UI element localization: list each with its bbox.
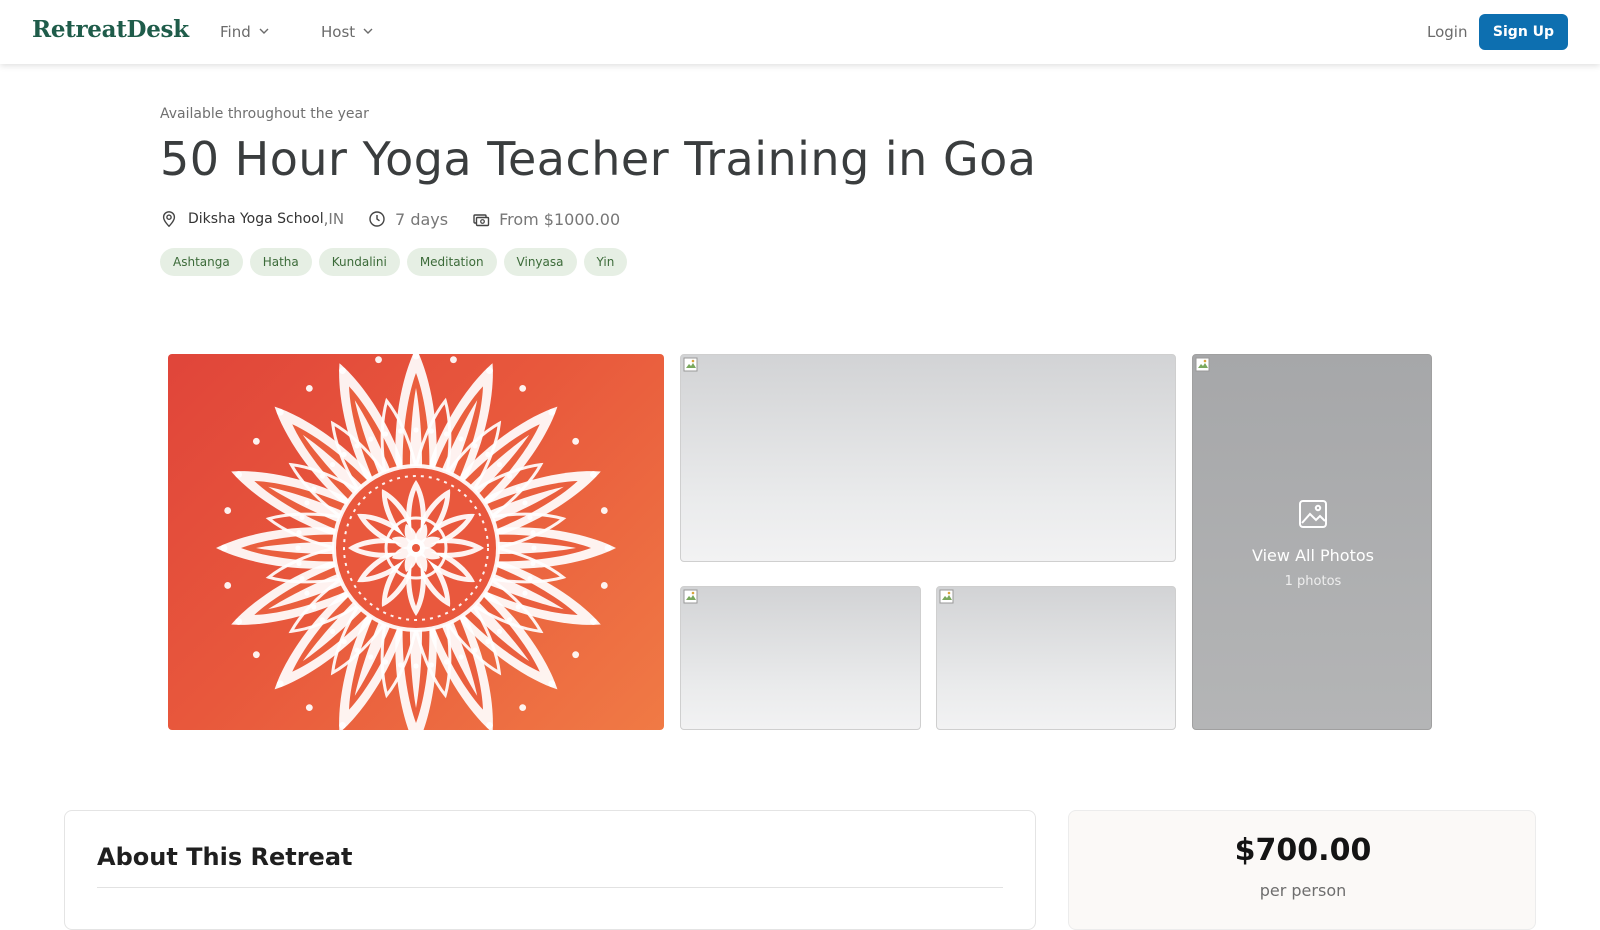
clock-icon bbox=[368, 210, 386, 228]
nav-find-menu[interactable]: Find bbox=[220, 23, 270, 41]
tag-yin[interactable]: Yin bbox=[583, 248, 628, 276]
broken-image-icon bbox=[939, 589, 954, 604]
tag-hatha[interactable]: Hatha bbox=[249, 248, 312, 276]
nav-host-label: Host bbox=[321, 23, 356, 41]
signup-button[interactable]: Sign Up bbox=[1479, 14, 1568, 50]
tag-vinyasa[interactable]: Vinyasa bbox=[503, 248, 577, 276]
main-photo-mandala[interactable] bbox=[168, 354, 664, 730]
view-all-overlay[interactable]: View All Photos 1 photos bbox=[1193, 355, 1431, 729]
chevron-down-icon bbox=[258, 23, 270, 41]
retreat-meta-row: Diksha Yoga School ,IN 7 days From $1000.… bbox=[160, 208, 620, 230]
style-tags: Ashtanga Hatha Kundalini Meditation Viny… bbox=[160, 248, 628, 276]
country-code: ,IN bbox=[323, 210, 345, 228]
login-link[interactable]: Login bbox=[1427, 23, 1467, 41]
page-title: 50 Hour Yoga Teacher Training in Goa bbox=[160, 132, 1037, 186]
location-pin-icon bbox=[160, 210, 178, 228]
image-icon bbox=[1297, 498, 1329, 534]
price-amount: $700.00 bbox=[1234, 833, 1372, 868]
school-link[interactable]: Diksha Yoga School bbox=[188, 211, 324, 227]
nav-host-menu[interactable]: Host bbox=[321, 23, 374, 41]
money-icon bbox=[472, 210, 490, 228]
broken-image-icon bbox=[683, 589, 698, 604]
section-divider bbox=[97, 887, 1003, 888]
tag-ashtanga[interactable]: Ashtanga bbox=[160, 248, 243, 276]
chevron-down-icon bbox=[362, 23, 374, 41]
tag-meditation[interactable]: Meditation bbox=[406, 248, 497, 276]
tag-kundalini[interactable]: Kundalini bbox=[318, 248, 400, 276]
photo-placeholder[interactable] bbox=[680, 586, 921, 730]
nav-find-label: Find bbox=[220, 23, 251, 41]
price-from-text: From $1000.00 bbox=[499, 209, 621, 229]
photo-count: 1 photos bbox=[1284, 573, 1342, 589]
photo-placeholder[interactable] bbox=[936, 586, 1176, 730]
availability-text: Available throughout the year bbox=[160, 106, 369, 122]
view-all-photos-label: View All Photos bbox=[1252, 545, 1374, 565]
booking-price-card: $700.00 per person bbox=[1068, 810, 1536, 930]
top-navigation-bar: RetreatDesk Find Host Login Sign Up bbox=[0, 0, 1600, 64]
broken-image-icon bbox=[683, 357, 698, 372]
site-logo[interactable]: RetreatDesk bbox=[32, 16, 189, 43]
mandala-illustration bbox=[216, 354, 616, 730]
about-retreat-card: About This Retreat bbox=[64, 810, 1036, 930]
price-unit: per person bbox=[1259, 881, 1347, 900]
photo-placeholder[interactable] bbox=[680, 354, 1176, 562]
about-section-title: About This Retreat bbox=[97, 843, 353, 871]
view-all-photos-tile[interactable]: View All Photos 1 photos bbox=[1192, 354, 1432, 730]
duration-text: 7 days bbox=[395, 209, 449, 229]
